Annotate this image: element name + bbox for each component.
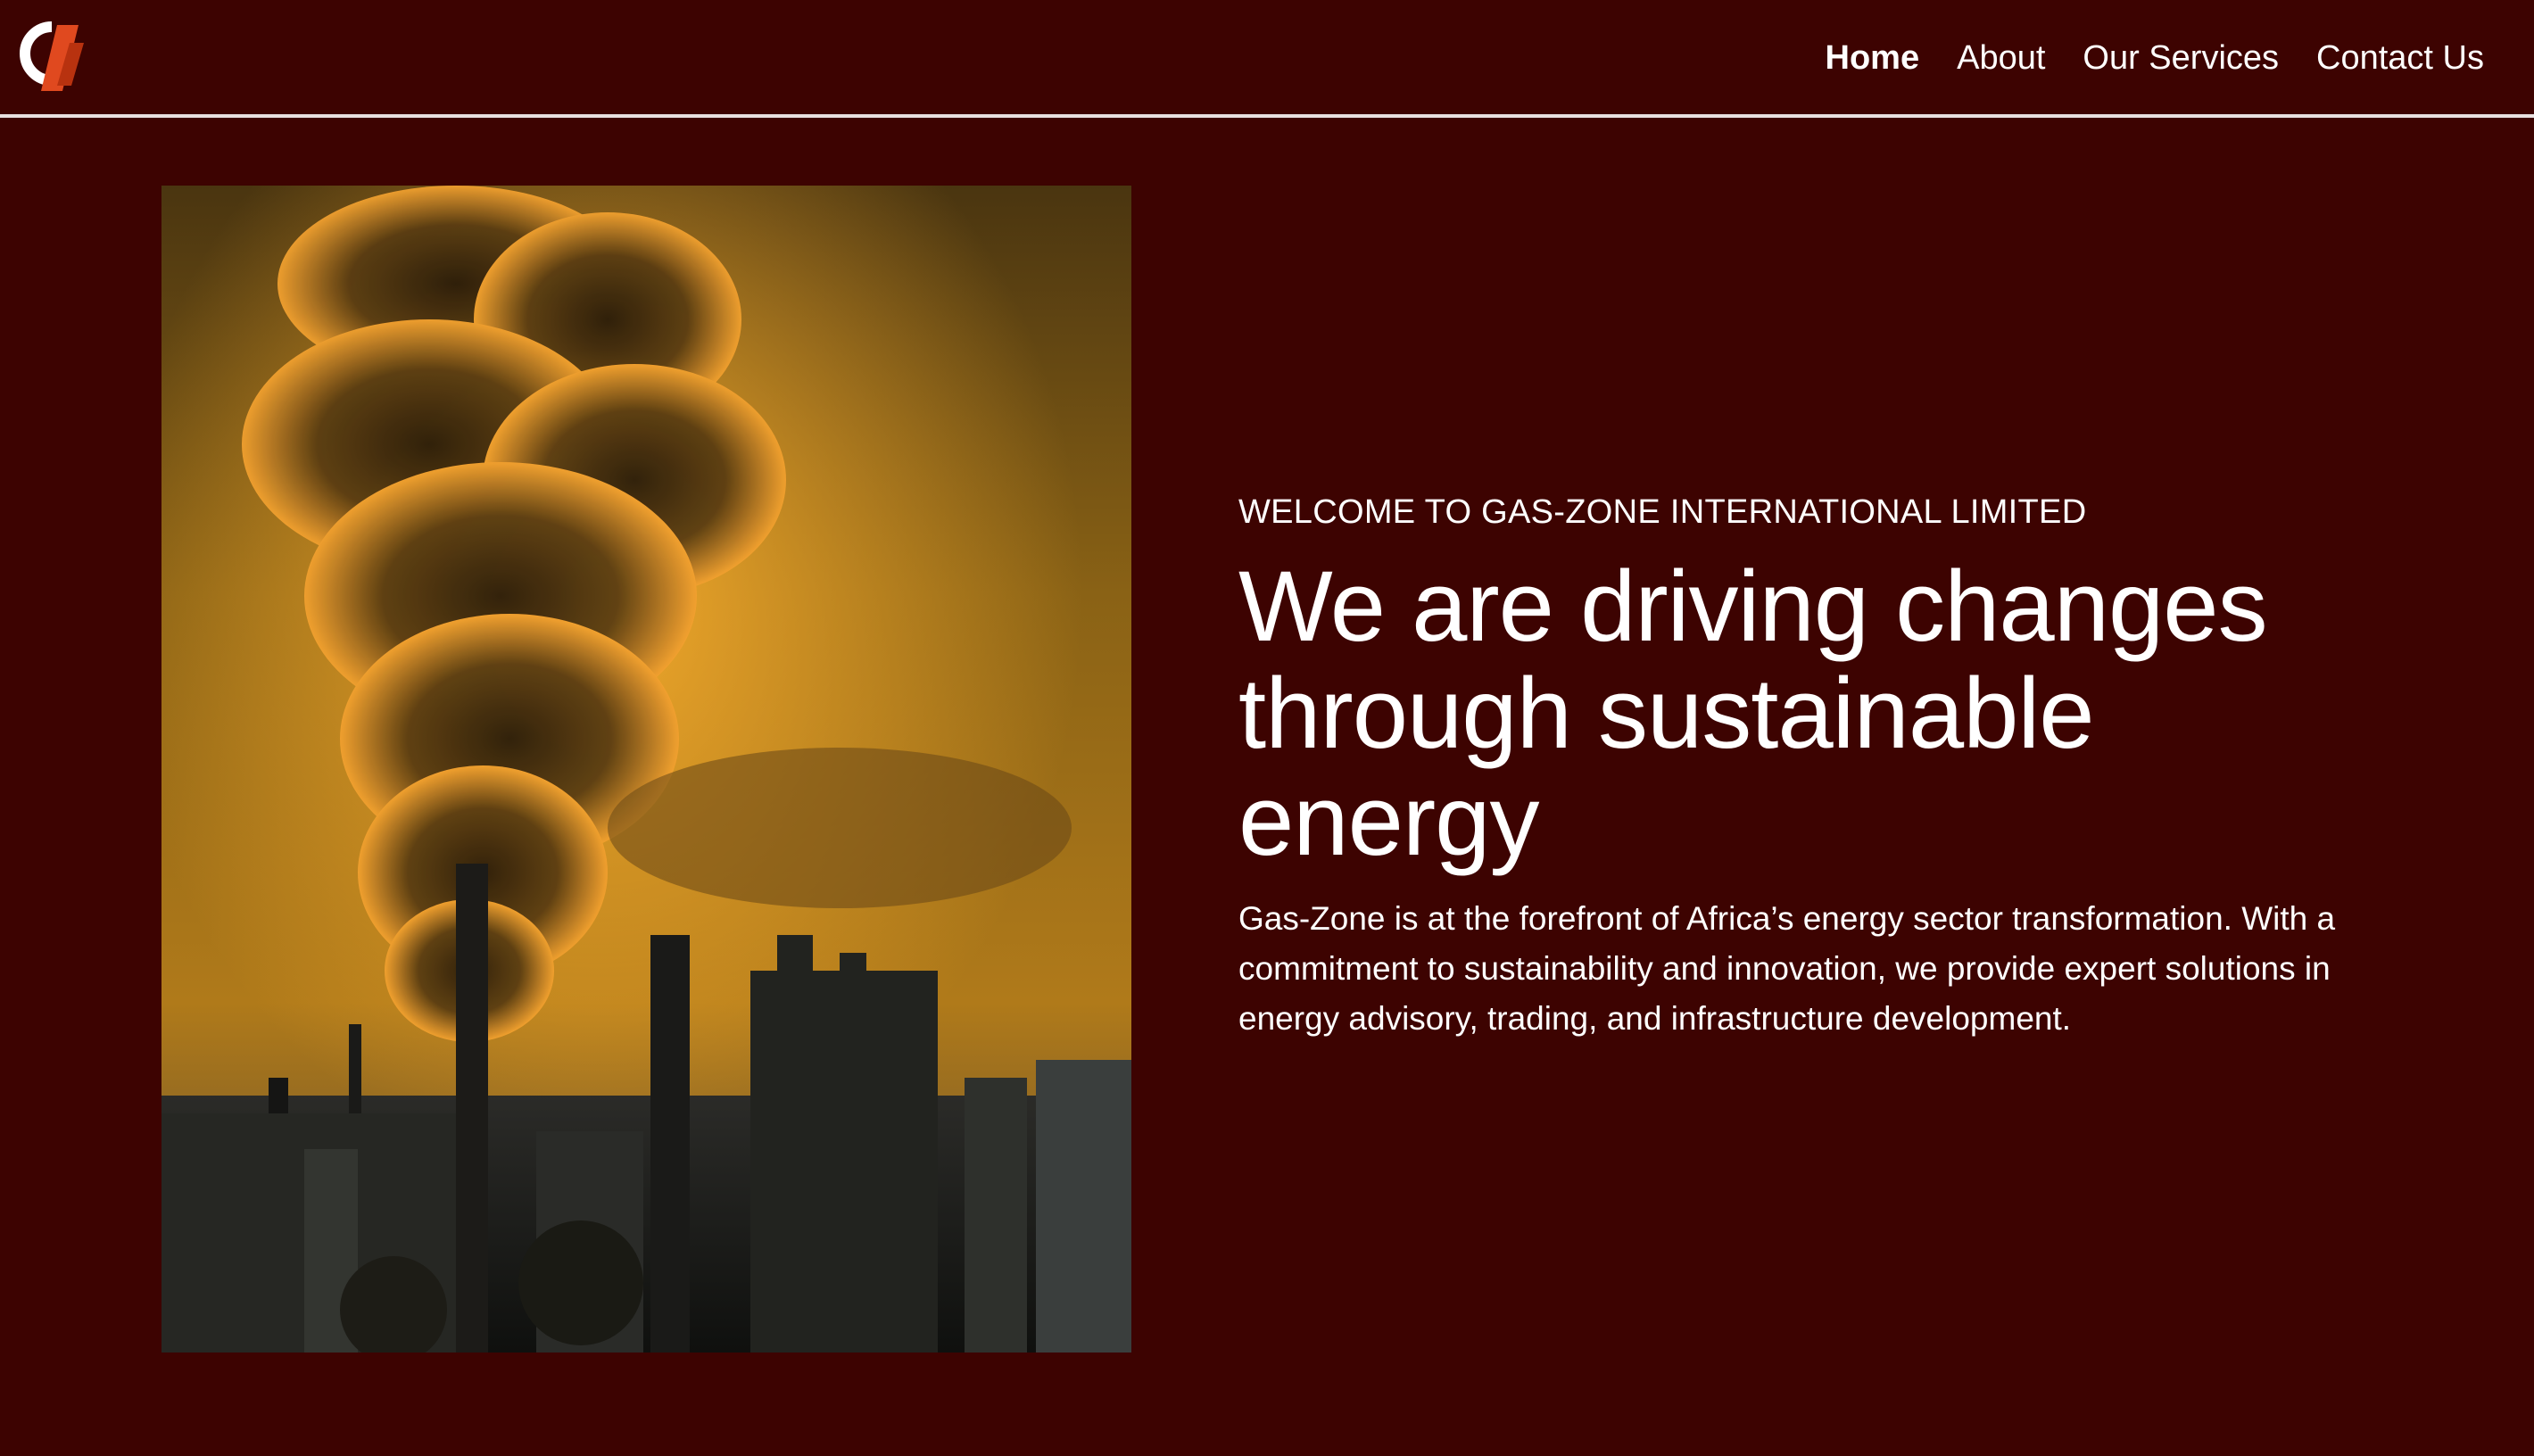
hero-image <box>161 186 1131 1353</box>
hero-text: WELCOME TO GAS-ZONE INTERNATIONAL LIMITE… <box>1238 489 2416 1044</box>
gas-zone-logo-icon[interactable] <box>16 20 87 96</box>
nav-about[interactable]: About <box>1957 32 2045 84</box>
nav-contact-us[interactable]: Contact Us <box>2316 32 2484 84</box>
navbar: Home About Our Services Contact Us <box>0 0 2534 118</box>
hero-headline: We are driving changes through sustainab… <box>1238 550 2268 876</box>
main-nav: Home About Our Services Contact Us <box>1826 32 2484 84</box>
hero-description: Gas-Zone is at the forefront of Africa’s… <box>1238 900 2336 1037</box>
industrial-smokestack-photo <box>161 186 1131 1353</box>
nav-home[interactable]: Home <box>1826 32 1920 84</box>
welcome-eyebrow: WELCOME TO GAS-ZONE INTERNATIONAL LIMITE… <box>1238 493 2087 531</box>
nav-our-services[interactable]: Our Services <box>2083 32 2279 84</box>
